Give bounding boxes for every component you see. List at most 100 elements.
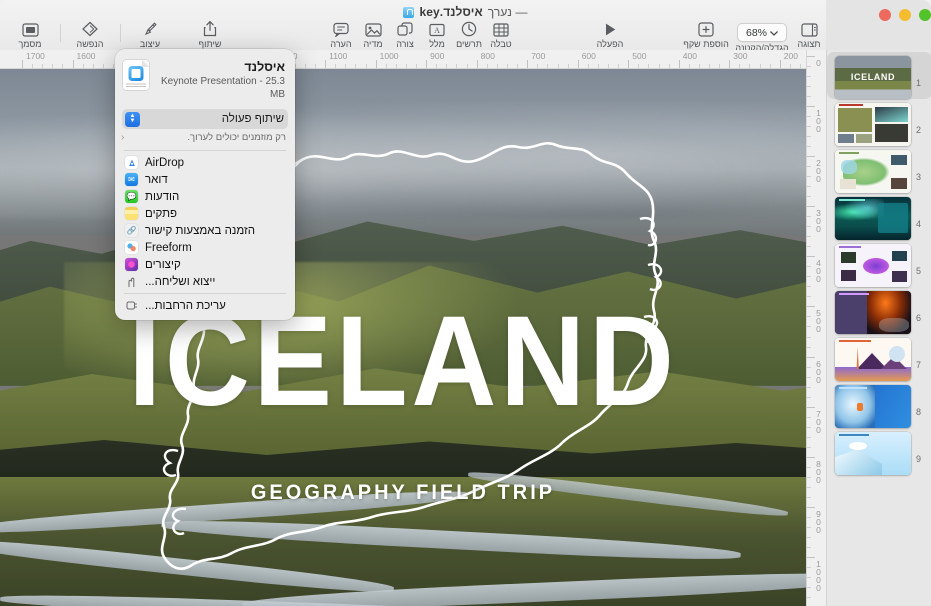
ruler-major-tick [628,60,630,68]
ruler-minor-tick [807,376,811,378]
share-item-label: קיצורים [145,258,181,271]
share-item-label: ייצוא ושליחה... [145,275,216,288]
thumbnail-image[interactable] [835,291,911,334]
thumbnail-image[interactable]: ICELAND [835,56,911,99]
ruler-minor-tick [807,396,811,398]
slide-number: 1 [916,78,922,88]
toolbar-button-view[interactable]: תצוגה [781,19,837,49]
slide-thumbnail-9[interactable]: 9 [827,428,931,475]
thumbnail-image[interactable] [835,103,911,146]
ruler-minor-tick [807,186,811,188]
toolbar-button-play[interactable]: הפעלה [582,19,638,49]
ruler-tick-label: 200 [816,158,821,185]
ruler-minor-tick [807,566,811,568]
collaborate-row[interactable]: שיתוף פעולה ▲ ▼ [122,109,288,129]
thumbnail-image[interactable] [835,432,911,475]
slide-thumbnail-3[interactable]: 3 [827,146,931,193]
ruler-major-tick [375,60,377,68]
share-item-notes[interactable]: פתקים [115,205,295,222]
ruler-minor-tick [800,64,801,68]
ruler-minor-tick [345,64,347,68]
ruler-minor-tick [807,146,811,148]
share-item-messages[interactable]: הודעות 💬 [115,188,295,205]
ruler-minor-tick [807,416,811,418]
thumbnail-image[interactable] [835,338,911,381]
ruler-major-tick [807,356,815,358]
share-item-freeform[interactable]: Freeform [115,239,295,256]
ruler-minor-tick [668,64,670,68]
vertical-ruler[interactable]: 0 100 200 300 400 500 600 700 800 900 1000 [806,50,826,606]
toolbar-label-animate: הנפשה [76,39,104,49]
share-item-mail[interactable]: דואר ✉ [115,171,295,188]
ruler-tick-label: 1000 [379,51,399,61]
thumbnail-image[interactable] [835,244,911,287]
collaborate-label: שיתוף פעולה [221,113,284,125]
view-panel-icon [800,19,818,37]
share-item-shortcuts[interactable]: קיצורים [115,256,295,273]
toolbar-button-table[interactable]: טבלה [473,19,529,49]
ruler-tick-label: 700 [531,51,546,61]
document-state: — נערך [487,5,528,19]
ruler-tick-label: 500 [816,308,821,335]
slide-thumbnail-4[interactable]: 4 [827,193,931,240]
ruler-minor-tick [456,64,458,68]
ruler-major-tick [72,60,74,68]
ruler-minor-tick [547,64,549,68]
thumbnail-image[interactable] [835,385,911,428]
zoom-pill[interactable]: 68% [737,23,787,42]
slide-navigator[interactable]: ICELAND 1 2 3 4 5 6 7 8 9 [826,50,931,606]
ruler-minor-tick [807,196,811,198]
thumbnail-image[interactable] [835,197,911,240]
permission-label: רק מוזמנים יכולים לערוך. [187,132,286,143]
ruler-major-tick [807,306,815,308]
slide-thumbnail-6[interactable]: 6 [827,287,931,334]
stepper-icon[interactable]: ▲ ▼ [125,111,140,127]
slide-thumbnail-8[interactable]: 8 [827,381,931,428]
ruler-minor-tick [807,316,811,318]
toolbar-button-format[interactable]: עיצוב [122,19,178,49]
play-icon [603,19,617,37]
toolbar-button-animate[interactable]: הנפשה [62,19,118,49]
toolbar-label-play: הפעלה [596,39,624,49]
ruler-minor-tick [385,64,387,68]
share-item-invite-link[interactable]: הזמנה באמצעות קישור 🔗 [115,222,295,239]
thumbnail-image[interactable] [835,150,911,193]
edit-extensions-item[interactable]: עריכת הרחבות... [115,297,295,314]
ruler-minor-tick [32,64,34,68]
ruler-major-tick [807,156,815,158]
share-item-label: דואר [145,173,168,186]
ruler-tick-label: 400 [816,258,821,285]
slide-number: 6 [916,313,922,323]
slide-subtitle[interactable]: GEOGRAPHY FIELD TRIP [20,481,786,505]
toolbar-button-document[interactable]: מסמך [2,19,58,49]
share-item-airdrop[interactable]: AirDrop [115,154,295,171]
ruler-minor-tick [789,64,791,68]
slide-number: 5 [916,266,922,276]
ruler-major-tick [807,556,815,558]
share-item-label: הודעות [145,190,180,203]
share-popover[interactable]: איסלנד Keynote Presentation - 25.3 MB שי… [115,49,295,320]
slide-number: 4 [916,219,922,229]
ruler-major-tick [476,60,478,68]
ruler-minor-tick [304,64,306,68]
ruler-minor-tick [807,216,811,218]
zoom-value: 68% [746,26,768,39]
toolbar-button-share[interactable]: שיתוף [182,19,238,49]
airdrop-icon [125,156,138,169]
permission-row[interactable]: רק מוזמנים יכולים לערוך. ‹ [115,129,295,147]
toolbar-button-add-slide[interactable]: הוספת שקף [674,19,738,49]
ruler-minor-tick [807,476,811,478]
slide-title[interactable]: ICELAND [32,297,774,425]
slide-thumbnail-5[interactable]: 5 [827,240,931,287]
chevron-down-icon [770,27,778,39]
ruler-minor-tick [807,516,811,518]
chevron-left-icon[interactable]: ‹ [121,132,124,143]
ruler-major-tick [807,406,815,408]
share-item-export-send[interactable]: ייצוא ושליחה... [115,273,295,290]
ruler-minor-tick [416,64,418,68]
slide-thumbnail-7[interactable]: 7 [827,334,931,381]
ruler-minor-tick [807,236,811,238]
ruler-tick-label: 1600 [76,51,96,61]
slide-thumbnail-1[interactable]: ICELAND 1 [827,52,931,99]
slide-thumbnail-2[interactable]: 2 [827,99,931,146]
